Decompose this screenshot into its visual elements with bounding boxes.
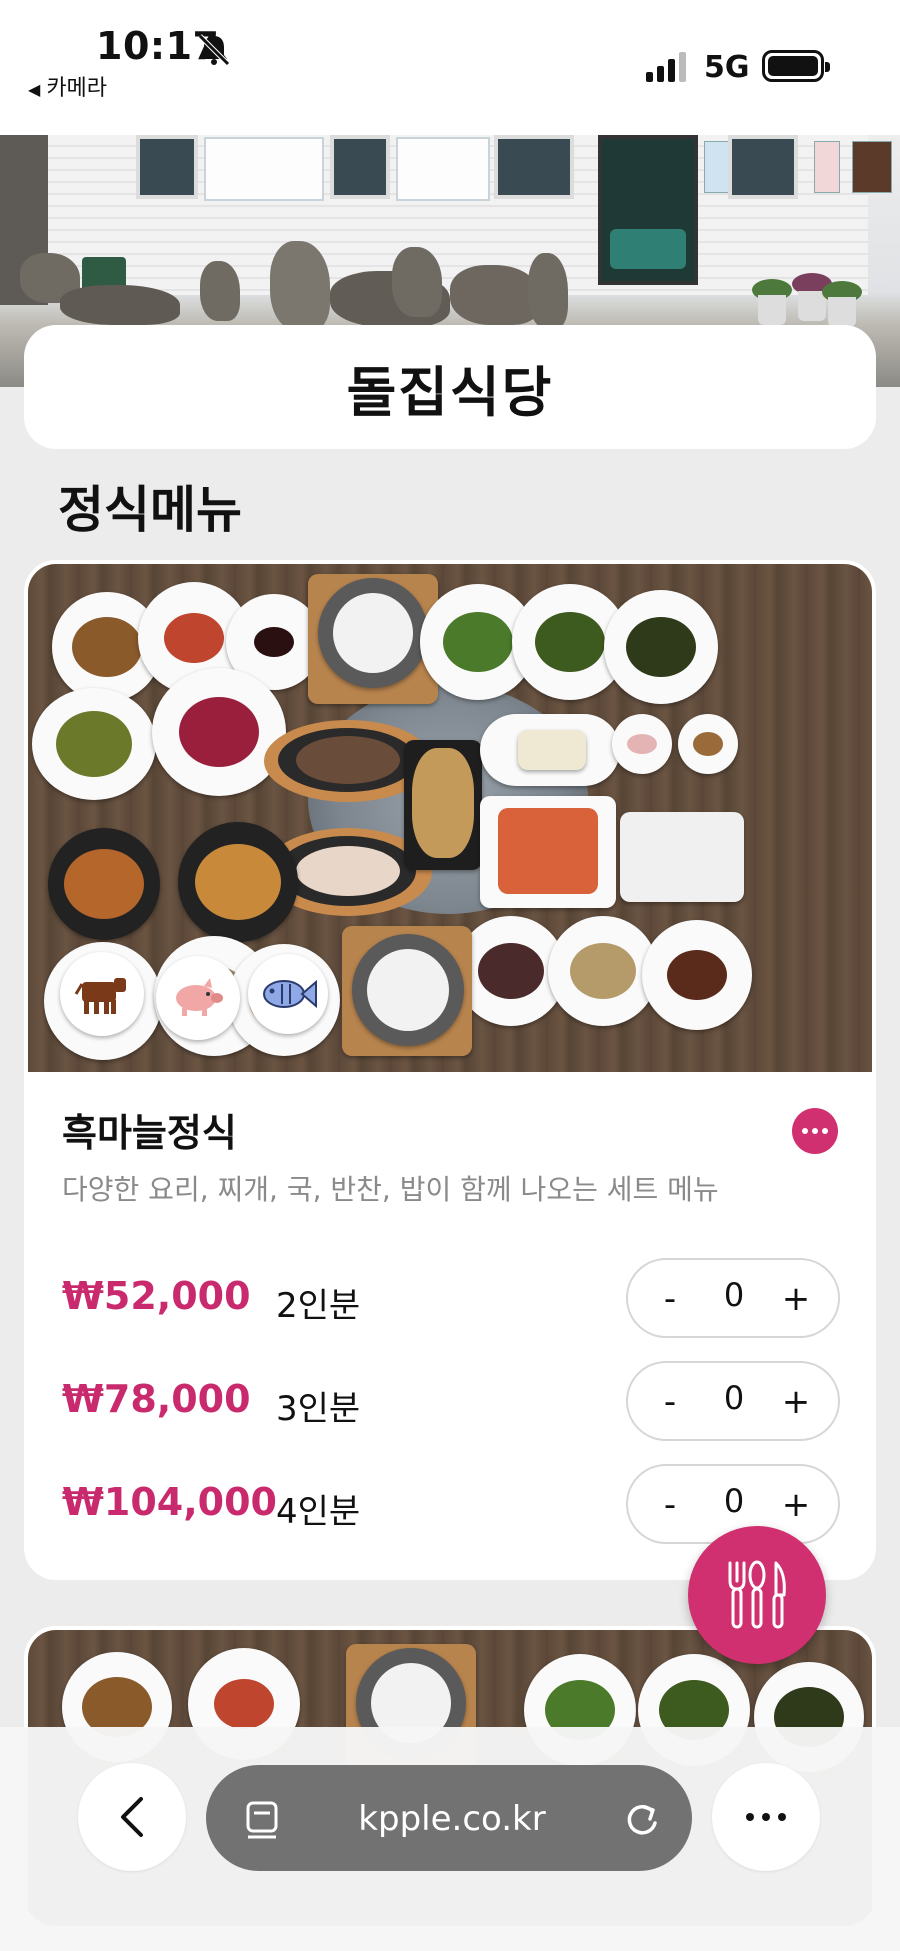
more-dots-icon [746,1813,754,1821]
menu-item-description: 다양한 요리, 찌개, 국, 반찬, 밥이 함께 나오는 세트 메뉴 [62,1173,719,1206]
fish-icon [248,954,328,1034]
status-bar: 10:17 ◀ 카메라 5G [0,0,900,135]
bell-muted-icon [198,34,230,66]
section-title: 정식메뉴 [58,481,242,539]
price-option-row: ₩78,000 3인분 - 0 + [24,1361,876,1441]
decrease-button[interactable]: - [650,1377,690,1427]
url-text: kpple.co.kr [358,1799,546,1839]
network-type: 5G [704,50,750,85]
menu-item-more-button[interactable] [792,1108,838,1154]
battery-icon [762,50,830,82]
menu-item-name: 흑마늘정식 [62,1111,237,1155]
cellular-signal-icon [646,52,686,82]
menu-fab-button[interactable] [688,1526,826,1664]
reader-mode-icon[interactable] [242,1799,282,1839]
increase-button[interactable]: + [776,1377,816,1427]
back-to-app-link[interactable]: ◀ 카메라 [28,70,107,102]
restaurant-title-card: 돌집식당 [24,325,876,449]
chevron-left-icon [121,1797,143,1837]
reload-icon[interactable] [622,1799,662,1839]
utensils-icon [728,1560,786,1629]
increase-button[interactable]: + [776,1480,816,1530]
more-dots-icon [802,1128,808,1134]
option-price: ₩52,000 [62,1274,251,1318]
browser-more-button[interactable] [712,1763,820,1871]
quantity-stepper: - 0 + [626,1361,840,1441]
quantity-stepper: - 0 + [626,1258,840,1338]
decrease-button[interactable]: - [650,1480,690,1530]
increase-button[interactable]: + [776,1274,816,1324]
cow-icon [60,952,144,1036]
option-price: ₩78,000 [62,1377,251,1421]
option-serving: 3인분 [276,1389,361,1429]
restaurant-name: 돌집식당 [346,360,554,424]
browser-back-button[interactable] [78,1763,186,1871]
menu-item-photo [28,564,872,1072]
option-serving: 2인분 [276,1286,361,1326]
quantity-value: 0 [723,1276,745,1314]
quantity-value: 0 [723,1379,745,1417]
decrease-button[interactable]: - [650,1274,690,1324]
option-serving: 4인분 [276,1492,361,1532]
option-price: ₩104,000 [62,1480,277,1524]
back-triangle-icon: ◀ [28,80,41,99]
address-bar[interactable]: kpple.co.kr [206,1765,692,1871]
back-app-label: 카메라 [46,76,108,101]
price-option-row: ₩52,000 2인분 - 0 + [24,1258,876,1338]
pig-icon [156,956,240,1040]
menu-item-card[interactable]: 흑마늘정식 다양한 요리, 찌개, 국, 반찬, 밥이 함께 나오는 세트 메뉴… [24,560,876,1580]
browser-toolbar: kpple.co.kr [0,1727,900,1951]
quantity-value: 0 [723,1482,745,1520]
